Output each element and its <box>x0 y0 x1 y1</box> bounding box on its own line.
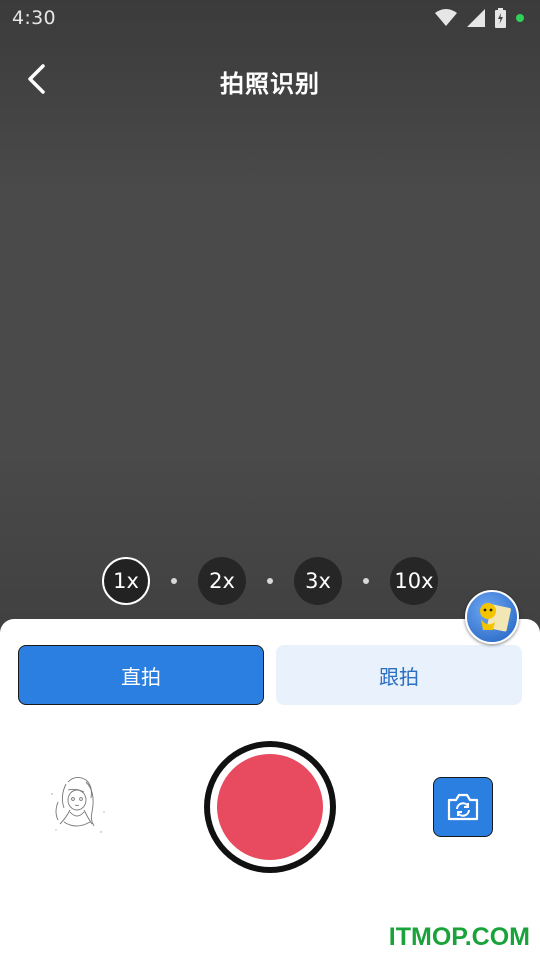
assistant-mascot-button[interactable] <box>465 590 519 644</box>
wifi-icon <box>435 9 457 26</box>
status-dot-icon <box>516 14 524 22</box>
zoom-selector: 1x 2x 3x 10x <box>0 557 540 605</box>
flip-camera-button[interactable] <box>433 777 493 837</box>
zoom-separator <box>171 578 177 584</box>
battery-icon <box>495 8 506 28</box>
header: 拍照识别 <box>0 54 540 104</box>
capture-panel: 直拍 跟拍 <box>0 619 540 960</box>
sketch-thumbnail-image <box>51 777 105 833</box>
mode-direct-button[interactable]: 直拍 <box>18 645 264 705</box>
status-bar: 4:30 <box>0 0 540 36</box>
mode-follow-button[interactable]: 跟拍 <box>276 645 522 705</box>
watermark: ITMOP.COM <box>388 923 530 951</box>
zoom-separator <box>267 578 273 584</box>
camera-flip-icon <box>447 793 479 821</box>
camera-preview[interactable]: 4:30 拍照识别 1x 2x 3x 10x <box>0 0 540 640</box>
signal-icon <box>467 9 485 27</box>
mascot-icon <box>480 603 511 632</box>
zoom-10x-button[interactable]: 10x <box>390 557 438 605</box>
zoom-1x-button[interactable]: 1x <box>102 557 150 605</box>
zoom-separator <box>363 578 369 584</box>
status-time: 4:30 <box>12 7 56 29</box>
shutter-core <box>217 754 323 860</box>
status-icons <box>435 7 524 29</box>
shutter-button[interactable] <box>204 741 336 873</box>
gallery-thumbnail[interactable] <box>46 772 108 838</box>
zoom-3x-button[interactable]: 3x <box>294 557 342 605</box>
page-title: 拍照识别 <box>220 70 320 98</box>
zoom-2x-button[interactable]: 2x <box>198 557 246 605</box>
